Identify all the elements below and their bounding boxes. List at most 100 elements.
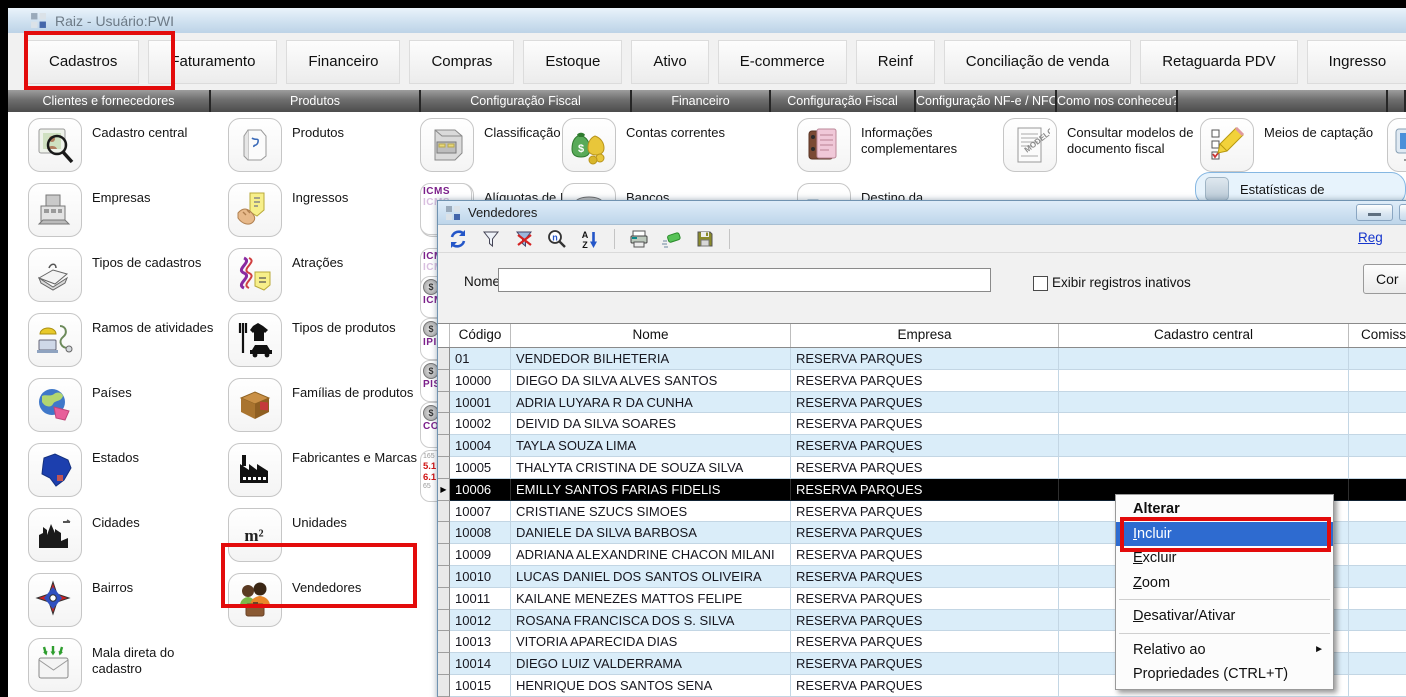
category-financeiro: Financeiro (632, 90, 771, 112)
ribbon-item-label: Fabricantes e Marcas (292, 443, 424, 466)
tab-compras[interactable]: Compras (409, 40, 514, 84)
maximize-button[interactable] (1399, 204, 1406, 221)
tab-estoque[interactable]: Estoque (523, 40, 622, 84)
tab-ativo[interactable]: Ativo (631, 40, 708, 84)
tab-ingresso[interactable]: Ingresso (1307, 40, 1406, 84)
tipos-cadastros-icon (28, 248, 82, 302)
ribbon-item-label: Países (92, 378, 224, 401)
toolbar-print-button[interactable] (628, 229, 650, 249)
tab-reinf[interactable]: Reinf (856, 40, 935, 84)
ribbon-item-cadastro-central[interactable]: Cadastro central (28, 118, 233, 183)
exibir-inativos-checkbox[interactable] (1033, 276, 1048, 291)
table-header-row: CódigoNomeEmpresaCadastro centralComiss (438, 324, 1406, 348)
toolbar-filter-clear-button[interactable] (513, 229, 535, 249)
table-cell: 10004 (450, 435, 511, 457)
ribbon-item-informacoes-complementares[interactable]: Informações complementares (797, 118, 1002, 183)
menu-item-relativo-ao[interactable]: Relativo ao► (1116, 638, 1333, 663)
table-cell (1059, 392, 1349, 414)
ribbon-item-produtos[interactable]: Produtos (228, 118, 433, 183)
toolbar-save-button[interactable] (694, 229, 716, 249)
table-row[interactable]: 10001ADRIA LUYARA R DA CUNHARESERVA PARQ… (438, 392, 1406, 414)
consultar-modelos-icon: MODELO (1003, 118, 1057, 172)
ribbon-item-cidades[interactable]: Cidades (28, 508, 233, 573)
column-header-codigo[interactable]: Código (450, 324, 511, 347)
main-titlebar[interactable]: Raiz - Usuário:PWI (8, 8, 1406, 33)
ribbon-item-label: Famílias de produtos (292, 378, 424, 401)
ribbon-item-empresas[interactable]: Empresas (28, 183, 233, 248)
table-cell: RESERVA PARQUES (791, 501, 1059, 523)
column-header-cadastro-central[interactable]: Cadastro central (1059, 324, 1349, 347)
menu-item-propriedades-ctrl-t[interactable]: Propriedades (CTRL+T) (1116, 662, 1333, 687)
category-empty (1178, 90, 1388, 112)
vendedores-titlebar[interactable]: Vendedores (438, 201, 1406, 225)
minimize-button[interactable] (1356, 204, 1393, 221)
svg-text:n: n (552, 232, 558, 242)
tab-financeiro[interactable]: Financeiro (286, 40, 400, 84)
ribbon-item-label: Meios de captação (1264, 118, 1396, 141)
table-cell (1349, 370, 1406, 392)
table-row[interactable]: 10002DEIVID DA SILVA SOARESRESERVA PARQU… (438, 413, 1406, 435)
row-marker-cell (438, 675, 450, 697)
ribbon-item-paises[interactable]: Países (28, 378, 233, 443)
table-cell: RESERVA PARQUES (791, 413, 1059, 435)
bairros-icon (28, 573, 82, 627)
table-row[interactable]: 01VENDEDOR BILHETERIARESERVA PARQUES (438, 348, 1406, 370)
column-header-empresa[interactable]: Empresa (791, 324, 1059, 347)
ribbon-item-familias-de-produtos[interactable]: Famílias de produtos (228, 378, 433, 443)
svg-text:A: A (582, 230, 589, 240)
column-header-comiss[interactable]: Comiss (1349, 324, 1406, 347)
menu-item-zoom[interactable]: Zoom (1116, 571, 1333, 596)
ribbon-item-consultar-modelos-de-documento-fiscal[interactable]: MODELO Consultar modelos de documento fis… (1003, 118, 1208, 183)
toolbar-search-n-button[interactable]: n (546, 229, 568, 249)
toolbar-filter-button[interactable] (480, 229, 502, 249)
ribbon-item-tipos-de-produtos[interactable]: Tipos de produtos (228, 313, 433, 378)
nome-input[interactable] (498, 268, 991, 292)
tab-conciliacao-de-venda[interactable]: Conciliação de venda (944, 40, 1131, 84)
table-cell: RESERVA PARQUES (791, 675, 1059, 697)
registros-link[interactable]: Reg (1358, 230, 1383, 245)
ribbon-item-fabricantes-e-marcas[interactable]: Fabricantes e Marcas (228, 443, 433, 508)
row-marker-cell (438, 413, 450, 435)
table-row[interactable]: 10005THALYTA CRISTINA DE SOUZA SILVARESE… (438, 457, 1406, 479)
ribbon-item-contas-correntes[interactable]: $Contas correntes (562, 118, 767, 183)
column-header-marker[interactable] (438, 324, 450, 347)
ribbon-item-label: Consultar modelos de documento fiscal (1067, 118, 1199, 157)
annotation-box-incluir (1120, 517, 1331, 552)
menu-separator (1119, 633, 1330, 634)
app-logo-icon (30, 12, 47, 29)
paises-icon (28, 378, 82, 432)
table-cell: RESERVA PARQUES (791, 457, 1059, 479)
table-cell: RESERVA PARQUES (791, 435, 1059, 457)
ribbon-item-bairros[interactable]: Bairros (28, 573, 233, 638)
tab-e-commerce[interactable]: E-commerce (718, 40, 847, 84)
menu-item-desativar-ativar[interactable]: Desativar/Ativar (1116, 604, 1333, 629)
table-cell (1059, 348, 1349, 370)
ribbon-item-ingressos[interactable]: Ingressos (228, 183, 433, 248)
toolbar-refresh-button[interactable] (447, 229, 469, 249)
ribbon-item-estados[interactable]: Estados (28, 443, 233, 508)
table-cell: 10011 (450, 588, 511, 610)
consultar-button[interactable]: Cor (1363, 264, 1406, 294)
tab-retaguarda-pdv[interactable]: Retaguarda PDV (1140, 40, 1297, 84)
category-configuracao-fiscal: Configuração Fiscal (771, 90, 916, 112)
toolbar-eraser-button[interactable] (661, 229, 683, 249)
table-cell (1349, 610, 1406, 632)
table-cell: 10007 (450, 501, 511, 523)
ribbon-item-tipos-de-cadastros[interactable]: Tipos de cadastros (28, 248, 233, 313)
column-header-nome[interactable]: Nome (511, 324, 791, 347)
svg-text:Z: Z (582, 240, 588, 249)
table-cell (1349, 631, 1406, 653)
app-root: Raiz - Usuário:PWI CadastrosFaturamentoF… (0, 0, 1406, 697)
toolbar-sort-az-button[interactable]: AZ (579, 229, 601, 249)
ingressos-icon (228, 183, 282, 237)
table-cell: DEIVID DA SILVA SOARES (511, 413, 791, 435)
ribbon-item-mala-direta-do-cadastro[interactable]: Mala direta do cadastro (28, 638, 233, 697)
ribbon-item-label: Tipos de produtos (292, 313, 424, 336)
table-cell: HENRIQUE DOS SANTOS SENA (511, 675, 791, 697)
ribbon-item-atracoes[interactable]: Atrações (228, 248, 433, 313)
table-row[interactable]: 10000DIEGO DA SILVA ALVES SANTOSRESERVA … (438, 370, 1406, 392)
table-cell: 10008 (450, 522, 511, 544)
table-cell: 10013 (450, 631, 511, 653)
table-row[interactable]: 10004TAYLA SOUZA LIMARESERVA PARQUES (438, 435, 1406, 457)
ribbon-item-ramos-de-atividades[interactable]: Ramos de atividades (28, 313, 233, 378)
